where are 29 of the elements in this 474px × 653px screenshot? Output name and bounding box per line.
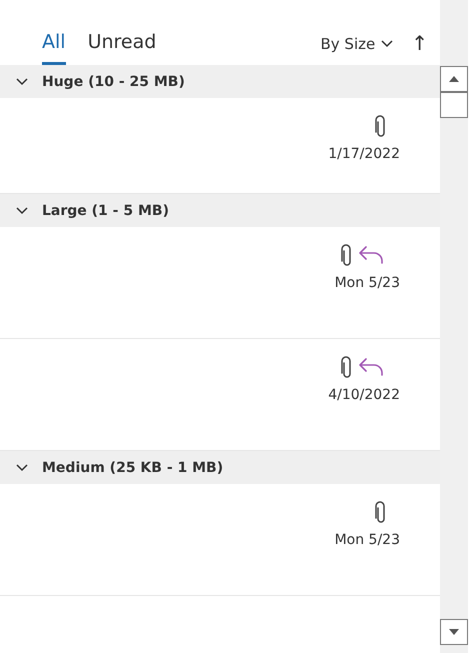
group-label: Medium (25 KB - 1 MB) [42, 460, 224, 476]
sort-direction-button[interactable]: ↑ [393, 31, 440, 65]
chevron-icon [381, 40, 394, 48]
sort-dropdown[interactable]: By Size [320, 35, 394, 65]
paperclip-icon [340, 356, 352, 378]
scroll-up-button[interactable] [440, 66, 468, 92]
chevron-icon[interactable] [16, 464, 28, 472]
message-date: 1/17/2022 [328, 146, 400, 162]
scroll-thumb[interactable] [440, 92, 468, 118]
chevron-icon[interactable] [16, 78, 28, 86]
reply-icon [358, 245, 386, 265]
message-date: Mon 5/23 [334, 532, 400, 548]
group-label: Huge (10 - 25 MB) [42, 74, 185, 90]
tab[interactable]: Unread [88, 31, 156, 65]
group-header[interactable]: Medium (25 KB - 1 MB) [0, 451, 440, 484]
reply-icon [358, 357, 386, 377]
scrollbar[interactable] [440, 0, 468, 653]
scroll-down-button[interactable] [440, 619, 468, 645]
group-label: Large (1 - 5 MB) [42, 202, 169, 218]
paperclip-icon [340, 244, 352, 266]
up-triangle-icon [449, 76, 459, 82]
group-header[interactable]: Large (1 - 5 MB) [0, 194, 440, 227]
message-date: Mon 5/23 [334, 275, 400, 291]
paperclip-icon [374, 115, 386, 137]
chevron-icon[interactable] [16, 206, 28, 214]
group-header[interactable]: Huge (10 - 25 MB) [0, 65, 440, 98]
paperclip-icon [374, 501, 386, 523]
down-triangle-icon [449, 629, 459, 635]
message-date: 4/10/2022 [328, 387, 400, 403]
